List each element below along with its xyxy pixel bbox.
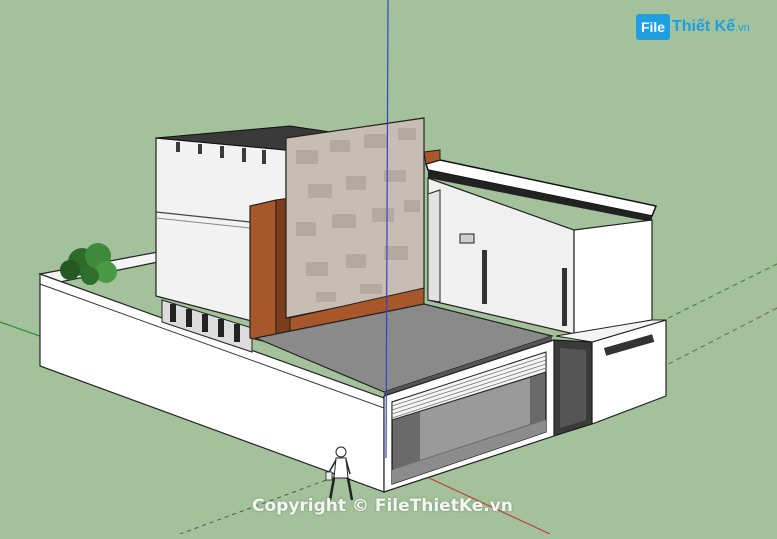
doorway-inner [560,348,586,428]
right-block-parapet-left [427,189,441,303]
logo-mark: File [636,14,670,40]
sketchup-viewport[interactable]: File Thiết Kế.vn Copyright © FileThietKe… [0,0,777,535]
vertical-window-2 [562,268,567,326]
brand-logo: File Thiết Kế.vn [636,12,754,42]
ac-unit [459,233,475,244]
vertical-window-1 [482,250,487,304]
copyright-watermark: Copyright © FileThietKe.vn [252,496,513,516]
wood-column-front [249,199,277,345]
right-block-upper-right [573,219,653,335]
logo-text: Thiết Kế.vn [672,16,750,39]
logo-brand: Thiết Kế [672,18,736,35]
logo-suffix: .vn [735,22,750,34]
tree-icon [60,243,117,285]
